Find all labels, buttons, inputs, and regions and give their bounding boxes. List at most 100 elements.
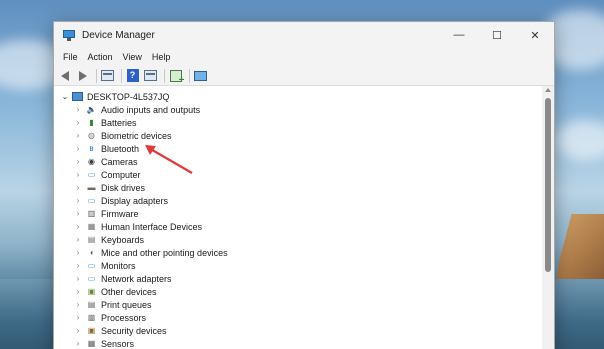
minimize-button[interactable]: —: [440, 22, 478, 48]
network-adapter-icon: ▭: [87, 273, 96, 283]
tree-item[interactable]: › ▬ Disk drives: [54, 181, 542, 194]
chevron-right-icon[interactable]: ›: [73, 274, 83, 283]
tree-item-label: Computer: [101, 169, 141, 180]
computer-icon: ▭: [87, 169, 96, 179]
tree-item[interactable]: › ▭ Computer: [54, 168, 542, 181]
toolbar-separator: [96, 68, 97, 83]
tree-item[interactable]: › ◉ Cameras: [54, 155, 542, 168]
show-hide-icon: [144, 70, 157, 81]
back-button[interactable]: [57, 68, 72, 83]
chevron-right-icon[interactable]: ›: [73, 222, 83, 231]
help-button[interactable]: ?: [125, 68, 140, 83]
scan-hardware-button[interactable]: [168, 68, 185, 86]
tree-item[interactable]: › ▤ Keyboards: [54, 233, 542, 246]
toolbar: ?: [54, 66, 554, 86]
toolbar-separator: [189, 68, 190, 83]
chevron-right-icon[interactable]: ›: [73, 118, 83, 127]
help-icon: ?: [126, 69, 139, 82]
tree-item[interactable]: › ▭ Display adapters: [54, 194, 542, 207]
chevron-right-icon[interactable]: ›: [73, 287, 83, 296]
tree-item[interactable]: › ▩ Processors: [54, 311, 542, 324]
disk-drive-icon: ▬: [87, 182, 96, 192]
security-device-icon: ▣: [87, 325, 96, 335]
tree-item[interactable]: › ▦ Sensors: [54, 337, 542, 349]
tree-root[interactable]: ⌄ DESKTOP-4L537JQ: [54, 90, 542, 103]
tree-item-label: Network adapters: [101, 273, 172, 284]
tree-item-label: Audio inputs and outputs: [101, 104, 201, 115]
back-arrow-icon: [60, 70, 69, 81]
menu-file[interactable]: File: [58, 52, 83, 62]
tree-item[interactable]: › ▭ Monitors: [54, 259, 542, 272]
close-button[interactable]: ✕: [516, 22, 554, 48]
tree-item-label: Disk drives: [101, 182, 146, 193]
chevron-right-icon[interactable]: ›: [73, 170, 83, 179]
mouse-icon: ◖: [89, 247, 94, 257]
chevron-right-icon[interactable]: ›: [73, 326, 83, 335]
chevron-right-icon[interactable]: ›: [73, 261, 83, 270]
chevron-right-icon[interactable]: ›: [73, 235, 83, 244]
forward-button[interactable]: [75, 68, 90, 83]
caption-buttons: — ☐ ✕: [440, 22, 554, 48]
tree-item[interactable]: › ▣ Security devices: [54, 324, 542, 337]
chevron-right-icon[interactable]: ›: [73, 248, 83, 257]
tree-item[interactable]: › ▤ Print queues: [54, 298, 542, 311]
monitor-button[interactable]: [193, 68, 208, 83]
hid-icon: ▦: [87, 221, 96, 231]
chevron-right-icon[interactable]: ›: [73, 144, 83, 153]
menu-action[interactable]: Action: [83, 52, 118, 62]
scrollbar-thumb[interactable]: [545, 98, 551, 272]
chevron-right-icon[interactable]: ›: [73, 209, 83, 218]
tree-item-label: Display adapters: [101, 195, 169, 206]
device-tree: ⌄ DESKTOP-4L537JQ › 🔈 Audio inputs and out…: [54, 86, 542, 349]
chevron-right-icon[interactable]: ›: [73, 313, 83, 322]
chevron-right-icon[interactable]: ›: [73, 196, 83, 205]
tree-item-label: Human Interface Devices: [101, 221, 203, 232]
maximize-button[interactable]: ☐: [478, 22, 516, 48]
device-tree-pane: ⌄ DESKTOP-4L537JQ › 🔈 Audio inputs and out…: [54, 86, 554, 349]
menu-help[interactable]: Help: [147, 52, 176, 62]
chevron-right-icon[interactable]: ›: [73, 157, 83, 166]
chevron-right-icon[interactable]: ›: [73, 105, 83, 114]
printer-icon: ▤: [87, 299, 96, 309]
tree-item-label: Firmware: [101, 208, 139, 219]
tree-item[interactable]: › ◍ Biometric devices: [54, 129, 542, 142]
monitor-icon: [194, 70, 207, 81]
tree-item[interactable]: › ʙ Bluetooth: [54, 142, 542, 155]
vertical-scrollbar[interactable]: [542, 86, 554, 349]
menu-view[interactable]: View: [118, 52, 147, 62]
tree-item-label: Bluetooth: [101, 143, 140, 154]
firmware-icon: ▥: [87, 208, 96, 218]
menu-bar: File Action View Help: [54, 48, 554, 66]
tree-item-label: Other devices: [101, 286, 157, 297]
speaker-icon: 🔈: [86, 104, 97, 114]
monitor-icon: ▭: [87, 260, 96, 270]
tree-item[interactable]: › ▭ Network adapters: [54, 272, 542, 285]
bluetooth-icon: ʙ: [89, 143, 94, 153]
sensor-icon: ▦: [87, 338, 96, 348]
title-bar[interactable]: Device Manager — ☐ ✕: [54, 22, 554, 48]
device-manager-window: Device Manager — ☐ ✕ File Action View He…: [53, 21, 555, 349]
tree-item[interactable]: › ▥ Firmware: [54, 207, 542, 220]
properties-button[interactable]: [100, 68, 115, 83]
fingerprint-icon: ◍: [88, 130, 95, 140]
processor-icon: ▩: [87, 312, 96, 322]
chevron-right-icon[interactable]: ›: [73, 131, 83, 140]
chevron-down-icon[interactable]: ⌄: [60, 92, 70, 101]
sky-cloud: [555, 120, 604, 160]
toolbar-separator: [164, 68, 165, 83]
tree-item-label: Keyboards: [101, 234, 145, 245]
window-title: Device Manager: [82, 29, 155, 41]
other-devices-icon: ▣: [87, 286, 96, 296]
scroll-up-icon[interactable]: [545, 88, 551, 92]
chevron-right-icon[interactable]: ›: [73, 183, 83, 192]
show-hide-button[interactable]: [143, 68, 158, 83]
tree-item-label: Print queues: [101, 299, 152, 310]
chevron-right-icon[interactable]: ›: [73, 339, 83, 348]
tree-item[interactable]: › 🔈 Audio inputs and outputs: [54, 103, 542, 116]
chevron-right-icon[interactable]: ›: [73, 300, 83, 309]
tree-item[interactable]: › ▮ Batteries: [54, 116, 542, 129]
toolbar-separator: [121, 68, 122, 83]
tree-item[interactable]: › ▣ Other devices: [54, 285, 542, 298]
tree-item[interactable]: › ▦ Human Interface Devices: [54, 220, 542, 233]
tree-item[interactable]: › ◖ Mice and other pointing devices: [54, 246, 542, 259]
